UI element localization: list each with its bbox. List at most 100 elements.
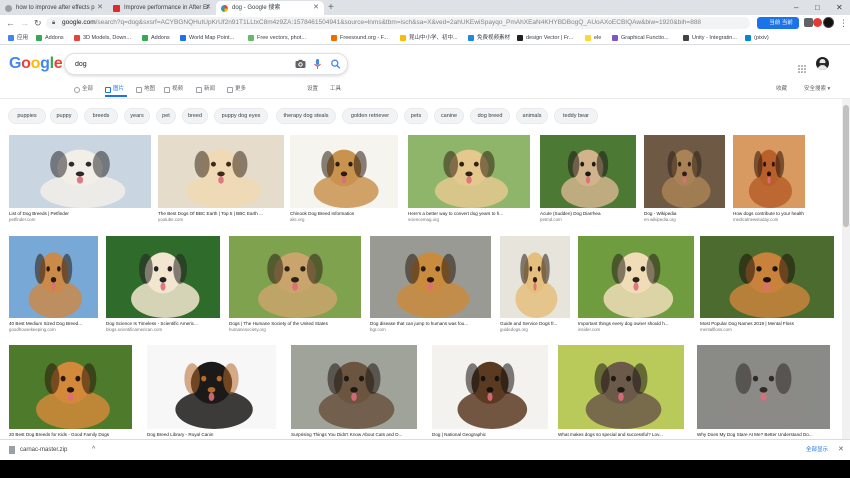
result-image[interactable] <box>500 236 570 318</box>
bookmark-item[interactable]: 昆山中小学、初中... <box>400 31 458 45</box>
related-chip[interactable]: puppy <box>50 108 78 124</box>
result-caption[interactable]: Surprising Things You Didn't Know About … <box>291 432 417 438</box>
page-scrollbar[interactable] <box>842 99 850 439</box>
result-image[interactable] <box>147 345 276 429</box>
camera-icon[interactable] <box>294 57 307 71</box>
result-source[interactable]: mentalfloss.com <box>700 327 834 333</box>
window-close-button[interactable]: ✕ <box>836 0 843 15</box>
google-logo[interactable]: Google <box>9 55 63 73</box>
bookmark-item[interactable]: Addons <box>36 31 64 45</box>
bookmark-item[interactable]: (pixiv) <box>745 31 769 45</box>
bookmark-item[interactable]: Freesound.org - F... <box>331 31 388 45</box>
result-image[interactable] <box>644 135 725 208</box>
search-input[interactable] <box>75 58 275 71</box>
saved-link[interactable]: 收藏 <box>776 84 787 95</box>
search-tab-3[interactable]: 视频 <box>164 84 183 95</box>
browser-tab-0[interactable]: how to improve after effects p ✕ <box>0 1 108 15</box>
result-source[interactable]: en.wikipedia.org <box>644 217 725 223</box>
download-item[interactable]: carnac-master.zip <box>6 443 67 457</box>
related-chip[interactable]: pet <box>156 108 176 124</box>
scrollbar-thumb[interactable] <box>843 105 849 227</box>
bookmark-item[interactable]: ele <box>585 31 601 45</box>
result-image[interactable] <box>697 345 830 429</box>
related-chip[interactable]: puppy dog eyes <box>214 108 268 124</box>
result-image[interactable] <box>290 135 398 208</box>
related-chip[interactable]: dog breed <box>470 108 510 124</box>
result-source[interactable]: sciencemag.org <box>408 217 530 223</box>
result-image[interactable] <box>9 135 151 208</box>
microphone-icon[interactable] <box>311 57 324 71</box>
related-chip[interactable]: years <box>124 108 150 124</box>
minimize-button[interactable]: – <box>794 0 798 15</box>
kebab-menu-icon[interactable]: ⋮ <box>839 15 848 31</box>
result-caption[interactable]: Why Does My Dog Stare At Me? Better Unde… <box>697 432 830 438</box>
close-tab-icon[interactable]: ✕ <box>313 1 319 15</box>
close-download-shelf-button[interactable]: ✕ <box>838 443 844 457</box>
related-chip[interactable]: teddy bear <box>554 108 598 124</box>
related-chip[interactable]: animals <box>516 108 548 124</box>
close-tab-icon[interactable]: ✕ <box>205 1 211 15</box>
bookmark-item[interactable]: Graphical Functio... <box>612 31 669 45</box>
related-chip[interactable]: golden retriever <box>342 108 398 124</box>
result-image[interactable] <box>408 135 530 208</box>
bookmark-item[interactable]: World Map Point... <box>180 31 234 45</box>
apps-grid-icon[interactable] <box>798 60 806 73</box>
browser-tab-2[interactable]: dog - Google 搜索 ✕ <box>216 1 324 15</box>
result-image[interactable] <box>229 236 361 318</box>
result-image[interactable] <box>700 236 834 318</box>
profile-icon[interactable] <box>823 17 834 28</box>
new-tab-button[interactable]: + <box>328 0 334 15</box>
settings-link[interactable]: 设置 <box>307 84 318 95</box>
bookmark-item[interactable]: design Vector | Fr... <box>517 31 573 45</box>
avatar[interactable] <box>816 57 829 70</box>
result-source[interactable]: humanesociety.org <box>229 327 361 333</box>
bookmark-item[interactable]: Unity - Integratin... <box>683 31 737 45</box>
bookmark-item[interactable]: Addons <box>142 31 170 45</box>
result-image[interactable] <box>558 345 684 429</box>
result-caption[interactable]: Dog | National Geographic <box>432 432 548 438</box>
result-source[interactable]: petmd.com <box>540 217 636 223</box>
result-image[interactable] <box>578 236 694 318</box>
result-source[interactable]: guidedogs.org <box>500 327 570 333</box>
related-chip[interactable]: canine <box>434 108 464 124</box>
bookmark-item[interactable]: 免费视频素材 <box>468 31 510 45</box>
related-chip[interactable]: puppies <box>8 108 46 124</box>
close-tab-icon[interactable]: ✕ <box>97 1 103 15</box>
result-source[interactable]: insider.com <box>578 327 694 333</box>
search-tab-0[interactable]: 全部 <box>74 84 93 95</box>
result-source[interactable]: petfinder.com <box>9 217 151 223</box>
related-chip[interactable]: breeds <box>84 108 118 124</box>
result-image[interactable] <box>291 345 417 429</box>
browser-tab-1[interactable]: Improve performance in After Ef ✕ <box>108 1 216 15</box>
result-image[interactable] <box>540 135 636 208</box>
bookmark-item[interactable]: Free vectors, phot... <box>248 31 306 45</box>
result-source[interactable]: goodhousekeeping.com <box>9 327 98 333</box>
bookmark-item[interactable]: 应用 <box>8 31 28 45</box>
result-image[interactable] <box>9 236 98 318</box>
tools-link[interactable]: 工具 <box>330 84 341 95</box>
related-chip[interactable]: therapy dog steals <box>276 108 336 124</box>
safe-search-link[interactable]: 安全搜索 ▾ <box>804 84 830 95</box>
result-image[interactable] <box>370 236 491 318</box>
show-all-downloads-link[interactable]: 全部显示 <box>806 443 828 457</box>
result-image[interactable] <box>432 345 548 429</box>
search-tab-5[interactable]: 更多 <box>227 84 246 95</box>
result-source[interactable]: medicalnewstoday.com <box>733 217 805 223</box>
extension-icon[interactable] <box>804 18 813 27</box>
result-caption[interactable]: What makes dogs so special and successfu… <box>558 432 684 438</box>
result-caption[interactable]: Dog Breed Library - Royal Canin <box>147 432 276 438</box>
search-tab-1[interactable]: 图片 <box>105 84 124 95</box>
search-icon[interactable] <box>329 57 342 71</box>
shield-extension-icon[interactable] <box>813 18 822 27</box>
result-caption[interactable]: 20 Best Dog Breeds for Kids - Good Famil… <box>9 432 132 438</box>
related-chip[interactable]: pets <box>404 108 428 124</box>
back-button[interactable]: ← <box>6 15 15 31</box>
search-tab-2[interactable]: 地图 <box>136 84 155 95</box>
download-options-button[interactable]: ^ <box>92 443 95 457</box>
address-bar[interactable]: 🔒︎ google.com/search?q=dog&sxsrf=ACYBGNQ… <box>46 17 750 29</box>
result-source[interactable]: youtube.com <box>158 217 284 223</box>
search-tab-4[interactable]: 新闻 <box>196 84 215 95</box>
related-chip[interactable]: breed <box>182 108 208 124</box>
result-source[interactable]: bgr.com <box>370 327 491 333</box>
extension-badge[interactable]: 当前 当前 <box>757 17 799 29</box>
